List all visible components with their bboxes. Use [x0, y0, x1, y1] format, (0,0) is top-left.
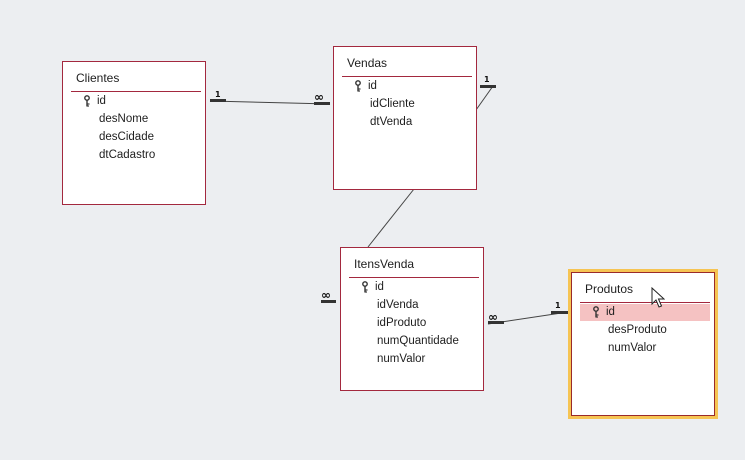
field-name: idProduto [377, 317, 427, 329]
field-name: numValor [377, 353, 426, 365]
mouse-pointer-icon [651, 287, 665, 308]
field-name: idVenda [377, 299, 419, 311]
title-divider [342, 76, 472, 77]
title-divider [349, 277, 479, 278]
table-title: Vendas [347, 56, 388, 70]
table-title: ItensVenda [354, 257, 415, 271]
field-name: id [368, 80, 377, 92]
key-icon [362, 281, 368, 293]
one-label: 1 [215, 90, 221, 99]
field-row[interactable]: desCidade [71, 129, 201, 146]
field-row[interactable]: id [71, 93, 201, 110]
field-name: desNome [99, 113, 149, 125]
table-title: Clientes [76, 71, 120, 85]
relationship-clientes-vendas[interactable]: 1 ∞ [209, 90, 331, 105]
field-row-selected[interactable]: id [580, 304, 710, 321]
field-name: desCidade [99, 131, 154, 143]
field-name: id [97, 95, 106, 107]
field-row[interactable]: idVenda [349, 297, 479, 314]
field-row[interactable]: numQuantidade [349, 333, 479, 350]
title-divider [71, 91, 201, 92]
field-name: dtVenda [370, 116, 413, 128]
field-name: numQuantidade [377, 335, 459, 347]
table-itensvenda[interactable]: ItensVenda id idVenda idProduto numQuant… [340, 247, 484, 391]
field-name: dtCadastro [99, 149, 156, 161]
field-row[interactable]: numValor [580, 340, 710, 357]
field-row[interactable]: dtVenda [342, 114, 472, 131]
field-row[interactable]: desNome [71, 111, 201, 128]
field-row[interactable]: desProduto [580, 322, 710, 339]
field-name: id [606, 306, 615, 318]
one-label: 1 [484, 75, 490, 84]
key-icon [355, 80, 361, 92]
field-name: idCliente [370, 98, 415, 110]
table-title: Produtos [585, 282, 634, 296]
table-produtos[interactable]: Produtos id desProduto numValor [571, 272, 715, 416]
field-row[interactable]: id [342, 78, 472, 95]
one-label: 1 [555, 301, 561, 310]
field-name: numValor [608, 342, 657, 354]
table-clientes[interactable]: Clientes id desNome desCidade dtCadastro [62, 61, 206, 205]
key-icon [593, 306, 599, 318]
relationship-produtos-itensvenda[interactable]: 1 ∞ [487, 301, 569, 325]
title-divider [580, 302, 710, 303]
field-row[interactable]: id [349, 279, 479, 296]
field-name: id [375, 281, 384, 293]
many-label: ∞ [314, 90, 324, 104]
field-row[interactable]: numValor [349, 351, 479, 368]
key-icon [84, 95, 90, 107]
many-label: ∞ [321, 288, 331, 302]
many-label: ∞ [488, 310, 498, 324]
field-row[interactable]: idCliente [342, 96, 472, 113]
field-name: desProduto [608, 324, 667, 336]
field-row[interactable]: idProduto [349, 315, 479, 332]
field-row[interactable]: dtCadastro [71, 147, 201, 164]
table-vendas[interactable]: Vendas id idCliente dtVenda [333, 46, 477, 190]
